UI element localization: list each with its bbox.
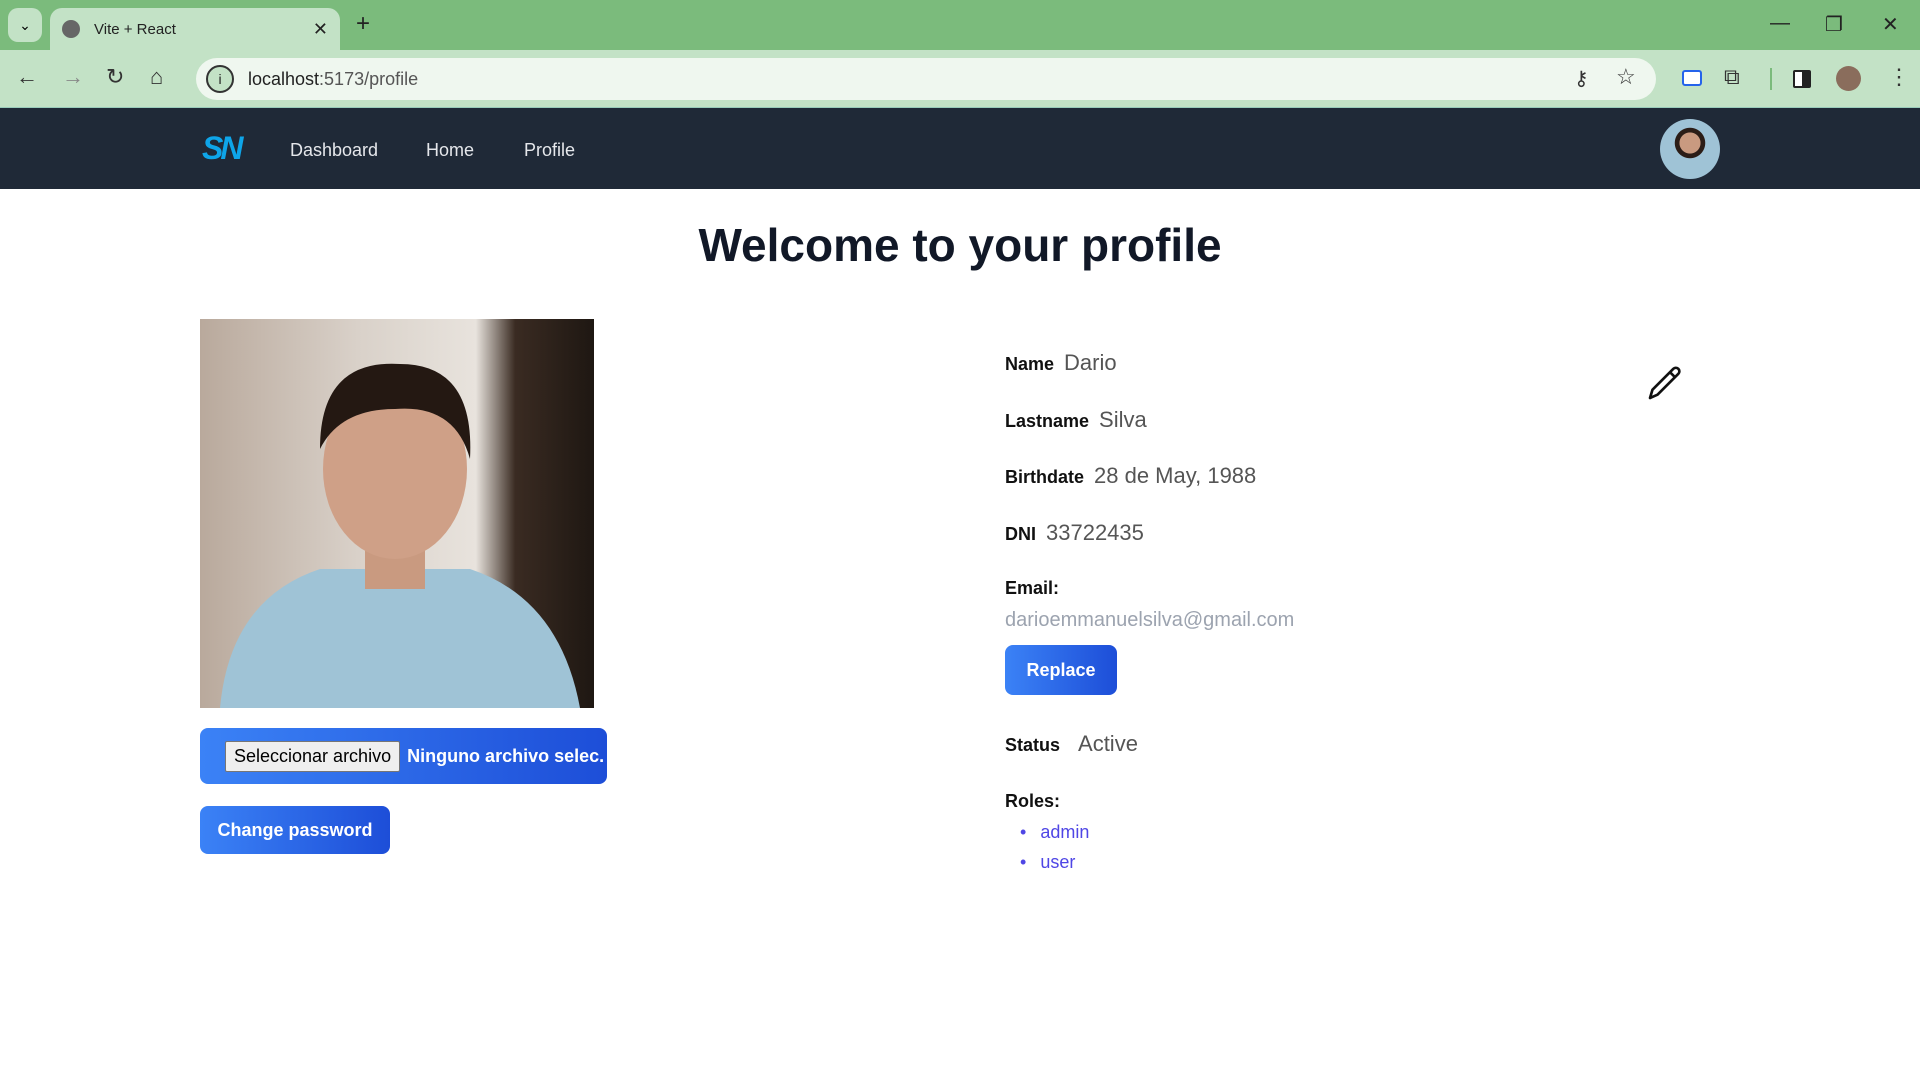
role-item: admin [1020,822,1089,843]
profile-photo [200,319,594,708]
status-label: Status [1005,735,1061,755]
restore-button[interactable]: ❐ [1825,12,1843,37]
toolbar-divider [1770,68,1772,90]
email-label: Email: [1005,578,1060,598]
back-button[interactable]: ← [16,64,38,90]
address-bar[interactable]: i localhost:5173/profile [196,58,1656,100]
roles-label: Roles: [1005,791,1061,811]
birthdate-value: 28 de May, 1988 [1094,463,1257,488]
site-info-icon[interactable]: i [206,65,234,93]
select-file-button[interactable]: Seleccionar archivo [225,740,401,772]
screen-capture-icon[interactable] [1682,70,1702,86]
page-title: Welcome to your profile [698,219,1222,271]
name-row: Name Dario [1005,350,1117,376]
lastname-value: Silva [1099,407,1147,432]
role-item: user [1020,852,1075,873]
lastname-label: Lastname [1005,411,1090,431]
extensions-icon[interactable]: ⧉ [1724,64,1740,90]
menu-kebab-icon[interactable]: ⋮ [1888,64,1910,90]
dni-row: DNI 33722435 [1005,520,1144,546]
birthdate-label: Birthdate [1005,467,1085,487]
app-navbar [0,108,1920,189]
url-host: localhost [248,68,320,89]
close-window-button[interactable]: ✕ [1882,12,1899,37]
birthdate-row: Birthdate 28 de May, 1988 [1005,463,1256,489]
name-value: Dario [1064,350,1117,375]
new-tab-button[interactable]: + [356,10,370,38]
profile-avatar-icon[interactable] [1836,66,1861,91]
bookmark-star-icon[interactable]: ☆ [1616,64,1636,90]
tab-search-button[interactable]: ⌄ [8,8,42,42]
user-avatar[interactable] [1660,119,1720,179]
status-row: Status Active [1005,731,1138,757]
edit-pencil-icon[interactable] [1645,363,1685,408]
replace-email-button[interactable]: Replace [1005,645,1117,695]
dni-label: DNI [1005,524,1036,544]
close-tab-icon[interactable]: ✕ [313,19,328,40]
status-value: Active [1078,731,1138,756]
globe-icon [62,20,80,38]
file-upload-input[interactable]: Seleccionar archivo Ninguno archivo sele… [200,728,607,784]
nav-dashboard[interactable]: Dashboard [290,140,378,161]
email-value: darioemmanuelsilva@gmail.com [1005,609,1295,631]
logo[interactable]: SN [202,130,243,167]
forward-button[interactable]: → [62,64,84,90]
tab-title: Vite + React [94,20,176,38]
side-panel-icon[interactable] [1793,70,1811,88]
name-label: Name [1005,354,1055,374]
url-path: :5173/profile [319,68,419,89]
lastname-row: Lastname Silva [1005,407,1147,433]
dni-value: 33722435 [1046,520,1144,545]
home-button[interactable]: ⌂ [150,64,163,90]
change-password-button[interactable]: Change password [200,806,390,854]
nav-profile[interactable]: Profile [524,140,575,161]
browser-tab[interactable]: Vite + React ✕ [50,8,340,50]
minimize-button[interactable]: — [1770,12,1790,35]
file-status: Ninguno archivo selec. [407,745,605,766]
password-key-icon[interactable]: ⚷ [1574,66,1589,91]
reload-button[interactable]: ↻ [106,64,124,90]
nav-home[interactable]: Home [426,140,474,161]
